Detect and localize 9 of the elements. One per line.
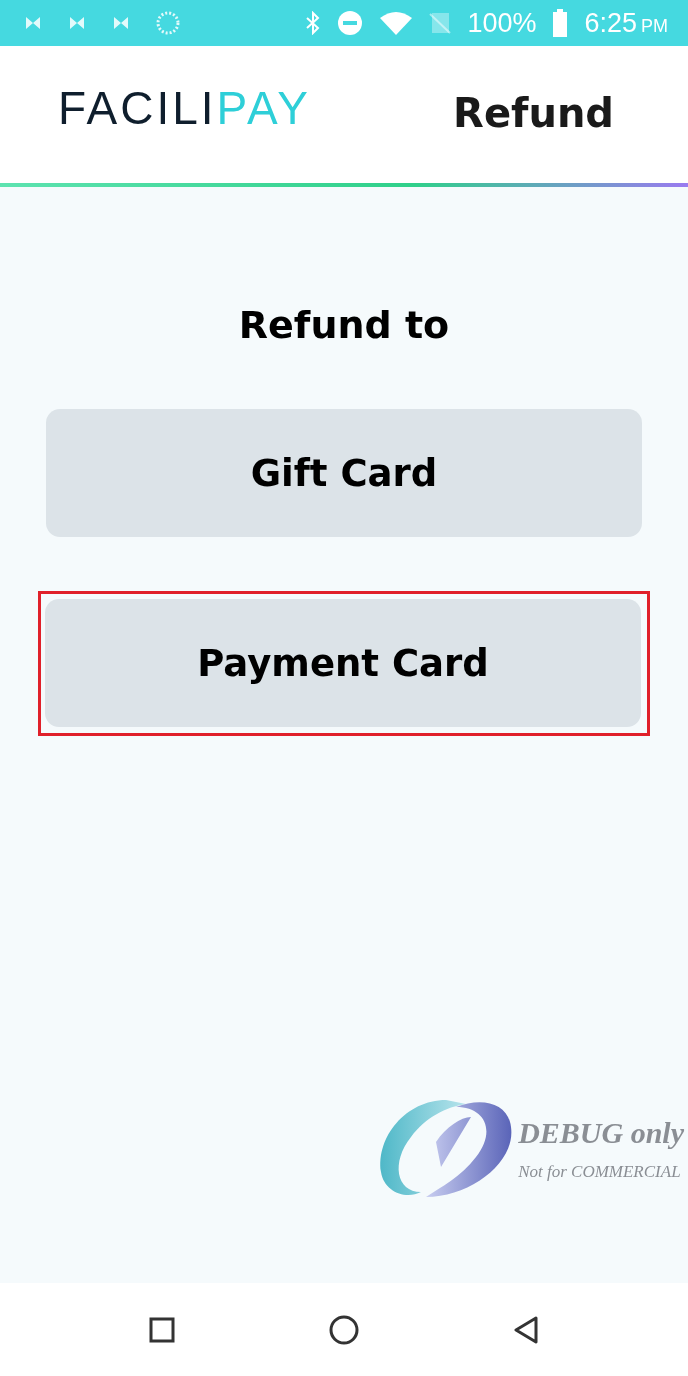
page-title: Refund bbox=[453, 89, 614, 136]
option-button[interactable]: Gift Card bbox=[46, 409, 642, 537]
debug-note: Not for COMMERCIAL bbox=[518, 1162, 682, 1182]
option-button[interactable]: Payment Card bbox=[45, 599, 641, 727]
clock: 6:25 PM bbox=[584, 7, 668, 39]
section-heading: Refund to bbox=[238, 303, 450, 347]
battery-percent: 100% bbox=[467, 7, 537, 39]
logo: FACILI PAY bbox=[58, 80, 311, 135]
debug-label: DEBUG only bbox=[518, 1116, 684, 1150]
